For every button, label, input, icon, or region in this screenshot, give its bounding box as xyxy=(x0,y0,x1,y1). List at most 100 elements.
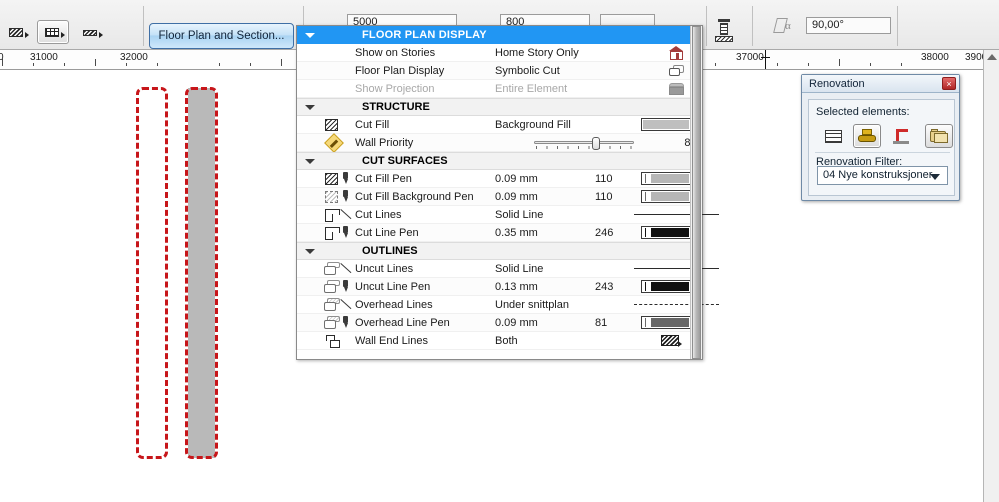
row-swatch[interactable] xyxy=(639,314,695,332)
pen-swatch-light[interactable] xyxy=(641,189,691,203)
row-value[interactable]: 0.13 mm xyxy=(495,281,595,293)
row-value[interactable]: 0.35 mm xyxy=(495,227,595,239)
row-label: Show Projection xyxy=(355,82,435,95)
angle-alpha-icon: α xyxy=(773,17,795,37)
overhead-line-pen-icon xyxy=(297,314,355,332)
row-swatch[interactable] xyxy=(534,134,678,152)
row-swatch[interactable] xyxy=(639,224,695,242)
row-value[interactable]: Both xyxy=(495,335,595,347)
row-value[interactable]: 0.09 mm xyxy=(495,173,595,185)
row-number: 110 xyxy=(595,172,613,185)
row-swatch[interactable] xyxy=(639,44,695,62)
pen-swatch-gray[interactable] xyxy=(641,315,691,329)
renovation-filter-value: 04 Nye konstruksjoner xyxy=(823,169,933,181)
group-cut-surfaces[interactable]: CUT SURFACES xyxy=(297,152,702,170)
row-swatch[interactable] xyxy=(639,332,695,350)
row-show-on-stories[interactable]: Show on Stories Home Story Only xyxy=(297,44,702,62)
home-story-icon xyxy=(297,44,355,62)
angle-input[interactable]: 90,00° xyxy=(806,17,891,34)
row-label: Uncut Line Pen xyxy=(355,280,431,293)
toolbar-separator-3 xyxy=(706,6,707,46)
column-structure-icon[interactable] xyxy=(712,18,736,44)
vertical-scrollbar[interactable] xyxy=(983,50,999,502)
row-wall-priority[interactable]: Wall Priority 8 xyxy=(297,132,702,153)
row-wall-end-lines[interactable]: Wall End Lines Both xyxy=(297,332,702,350)
panel-scroll-thumb[interactable] xyxy=(692,26,701,359)
folder-icon xyxy=(930,129,948,143)
uncut-line-pen-icon xyxy=(297,278,355,296)
overhead-lines-icon xyxy=(297,296,355,314)
panel-scrollbar[interactable] xyxy=(690,26,702,359)
row-uncut-lines[interactable]: Uncut Lines Solid Line xyxy=(297,260,719,278)
bulldozer-icon xyxy=(858,129,876,143)
row-value[interactable]: Under snittplan xyxy=(495,299,595,311)
row-swatch[interactable] xyxy=(634,260,719,278)
row-value[interactable]: 0.09 mm xyxy=(495,191,595,203)
wall-priority-icon xyxy=(297,132,355,153)
row-number: 110 xyxy=(595,190,613,203)
ruler-label-2: 32000 xyxy=(120,52,148,63)
collapse-triangle-icon[interactable] xyxy=(304,245,317,258)
ruler-label-4: 38000 xyxy=(921,52,949,63)
wall-brick-center-icon[interactable] xyxy=(37,20,69,44)
row-floor-plan-display[interactable]: Floor Plan Display Symbolic Cut xyxy=(297,62,702,80)
row-value[interactable]: Solid Line xyxy=(495,209,595,221)
row-label: Show on Stories xyxy=(355,46,436,59)
existing-element-button[interactable] xyxy=(819,124,847,148)
row-value[interactable]: Symbolic Cut xyxy=(495,65,595,77)
scroll-up-arrow-icon[interactable] xyxy=(987,54,997,60)
row-cut-lines[interactable]: Cut Lines Solid Line xyxy=(297,206,719,224)
row-cut-line-pen[interactable]: Cut Line Pen 0.35 mm 246 xyxy=(297,224,702,242)
renovation-filter-select[interactable]: 04 Nye konstruksjoner xyxy=(817,166,948,185)
ruler-label-1: 31000 xyxy=(30,52,58,63)
line-preview-dashed xyxy=(634,303,719,305)
row-uncut-line-pen[interactable]: Uncut Line Pen 0.13 mm 243 xyxy=(297,278,702,296)
wall-element[interactable] xyxy=(185,87,218,459)
row-overhead-line-pen[interactable]: Overhead Line Pen 0.09 mm 81 xyxy=(297,314,702,332)
fill-swatch[interactable] xyxy=(641,117,691,131)
collapse-triangle-icon[interactable] xyxy=(304,101,317,114)
floor-plan-and-section-button[interactable]: Floor Plan and Section... xyxy=(149,23,294,49)
renovation-options-button[interactable] xyxy=(925,124,953,148)
marquee-selection[interactable] xyxy=(136,87,168,459)
group-structure[interactable]: STRUCTURE xyxy=(297,98,702,116)
line-preview-solid xyxy=(634,213,719,215)
crane-icon xyxy=(893,128,909,144)
row-swatch[interactable] xyxy=(639,62,695,80)
row-cut-fill-pen[interactable]: Cut Fill Pen 0.09 mm 110 xyxy=(297,170,702,188)
row-cut-fill[interactable]: Cut Fill Background Fill xyxy=(297,116,702,134)
pen-swatch-black[interactable] xyxy=(641,279,691,293)
collapse-triangle-icon[interactable] xyxy=(304,29,317,42)
cut-fill-pen-icon xyxy=(297,170,355,188)
close-icon[interactable]: × xyxy=(942,77,956,90)
renovation-title-bar[interactable]: Renovation × xyxy=(802,75,959,93)
collapse-triangle-icon[interactable] xyxy=(304,155,317,168)
to-be-demolished-button[interactable] xyxy=(853,124,881,148)
wall-end-lines-icon xyxy=(297,332,355,350)
row-swatch[interactable] xyxy=(639,170,695,188)
row-value[interactable]: 0.09 mm xyxy=(495,317,595,329)
pen-swatch-light[interactable] xyxy=(641,171,691,185)
new-element-button[interactable] xyxy=(887,124,915,148)
panel-header[interactable]: FLOOR PLAN DISPLAY xyxy=(297,26,702,44)
uncut-lines-icon xyxy=(297,260,355,278)
pen-swatch-black[interactable] xyxy=(641,225,691,239)
row-label: Wall End Lines xyxy=(355,334,428,347)
slider-knob[interactable] xyxy=(592,136,601,150)
row-value[interactable]: Solid Line xyxy=(495,263,595,275)
row-value[interactable]: Home Story Only xyxy=(495,47,595,59)
row-swatch[interactable] xyxy=(634,296,719,314)
row-value[interactable]: Background Fill xyxy=(495,119,595,131)
group-outlines[interactable]: OUTLINES xyxy=(297,242,702,260)
row-overhead-lines[interactable]: Overhead Lines Under snittplan xyxy=(297,296,719,314)
row-swatch[interactable] xyxy=(634,206,719,224)
priority-slider[interactable] xyxy=(534,136,635,150)
row-cut-fill-background-pen[interactable]: Cut Fill Background Pen 0.09 mm 110 xyxy=(297,188,702,206)
wall-hatch-right-icon[interactable] xyxy=(78,21,104,43)
row-swatch[interactable] xyxy=(639,116,695,134)
chevron-down-icon[interactable] xyxy=(930,174,940,180)
row-swatch[interactable] xyxy=(639,188,695,206)
row-swatch[interactable] xyxy=(639,278,695,296)
row-label: Overhead Lines xyxy=(355,298,433,311)
wall-hatch-left-icon[interactable] xyxy=(4,21,30,43)
